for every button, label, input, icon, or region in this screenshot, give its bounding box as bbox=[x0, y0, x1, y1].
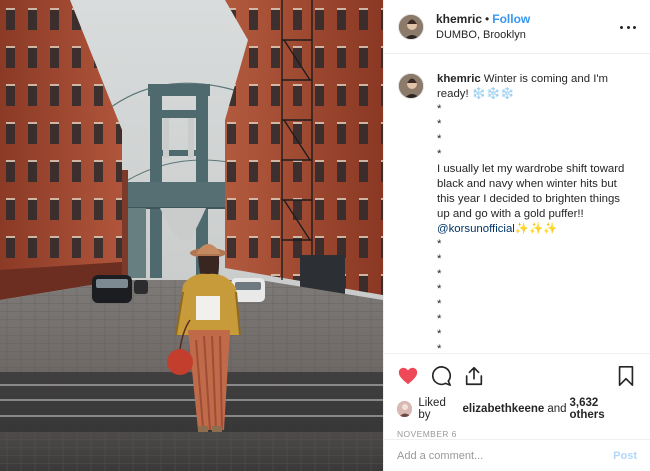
star-line: * bbox=[437, 118, 442, 130]
post-actions: Liked by elizabethkeene and 3,632 others… bbox=[384, 353, 650, 439]
post-comment-button[interactable]: Post bbox=[613, 450, 637, 462]
post-header: khemric • Follow DUMBO, Brooklyn bbox=[384, 0, 650, 54]
post-date[interactable]: NOVEMBER 6 bbox=[397, 429, 637, 439]
avatar[interactable] bbox=[397, 401, 413, 417]
header-text: khemric • Follow DUMBO, Brooklyn bbox=[436, 12, 530, 42]
star-line: * bbox=[437, 238, 442, 250]
star-line: * bbox=[437, 253, 442, 265]
star-line: * bbox=[437, 133, 442, 145]
comments-section: khemric Winter is coming and I'm ready! ❄… bbox=[384, 55, 650, 353]
likes-count[interactable]: 3,632 others bbox=[570, 397, 634, 421]
more-options-icon[interactable] bbox=[620, 20, 636, 34]
likes-prefix: Liked by bbox=[418, 397, 446, 421]
post-side-panel: khemric • Follow DUMBO, Brooklyn khemric Wi… bbox=[383, 0, 650, 471]
avatar[interactable] bbox=[398, 73, 424, 99]
star-line: * bbox=[437, 298, 442, 310]
caption-username[interactable]: khemric bbox=[437, 73, 481, 85]
star-line: * bbox=[437, 343, 442, 353]
bookmark-icon[interactable] bbox=[615, 365, 637, 387]
share-icon[interactable] bbox=[463, 365, 485, 387]
follow-button[interactable]: Follow bbox=[492, 12, 530, 26]
star-line: * bbox=[437, 328, 442, 340]
mention-link[interactable]: @korsunofficial bbox=[437, 223, 515, 235]
star-line: * bbox=[437, 313, 442, 325]
liker-username[interactable]: elizabethkeene bbox=[463, 403, 545, 415]
comment-icon[interactable] bbox=[430, 365, 452, 387]
add-comment-bar: Post bbox=[384, 439, 650, 471]
action-icons bbox=[397, 364, 637, 388]
likes-joiner: and bbox=[547, 403, 567, 415]
heart-icon[interactable] bbox=[397, 365, 419, 387]
separator-dot: • bbox=[485, 11, 490, 26]
caption-body: I usually let my wardrobe shift toward b… bbox=[437, 163, 625, 220]
username[interactable]: khemric bbox=[436, 12, 482, 26]
avatar[interactable] bbox=[398, 13, 424, 40]
right-building bbox=[225, 0, 383, 300]
street-photo bbox=[0, 0, 383, 471]
star-line: * bbox=[437, 103, 442, 115]
star-line: * bbox=[437, 268, 442, 280]
snowflake-emoji: ❄️❄️❄️ bbox=[471, 88, 515, 100]
post-photo[interactable] bbox=[0, 0, 383, 471]
comment-input[interactable] bbox=[397, 449, 614, 462]
likes-summary: Liked by elizabethkeene and 3,632 others bbox=[397, 397, 637, 421]
caption-text: khemric Winter is coming and I'm ready! ❄… bbox=[437, 72, 629, 353]
location-link[interactable]: DUMBO, Brooklyn bbox=[436, 28, 530, 42]
star-line: * bbox=[437, 148, 442, 160]
sparkle-emoji: ✨✨✨ bbox=[514, 223, 558, 235]
star-line: * bbox=[437, 283, 442, 295]
caption-comment: khemric Winter is coming and I'm ready! ❄… bbox=[398, 72, 636, 353]
